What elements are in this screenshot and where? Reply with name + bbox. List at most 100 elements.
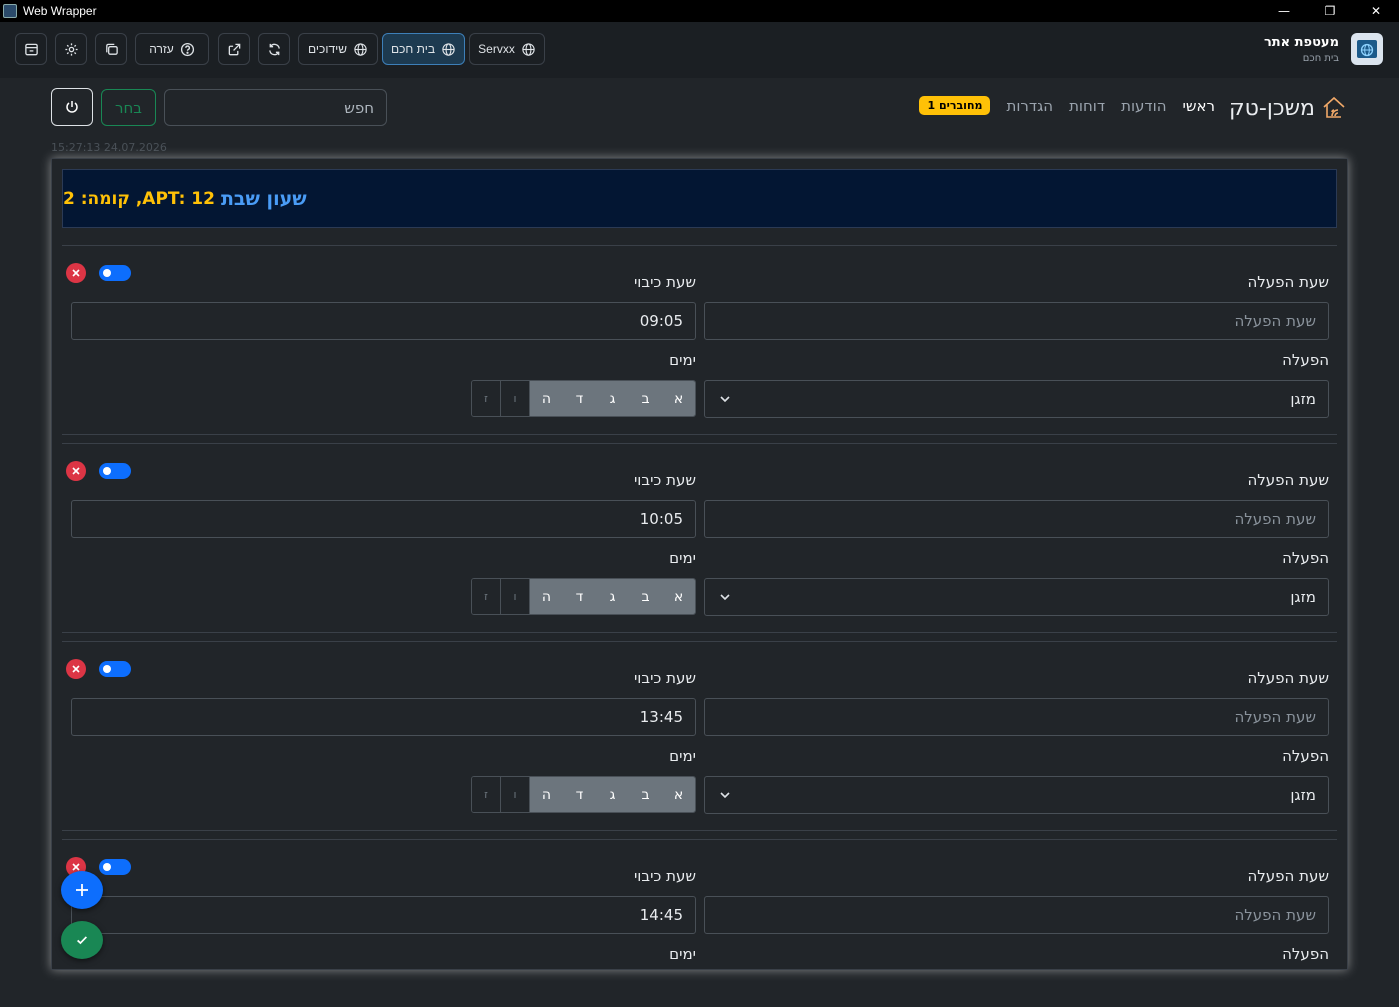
nav-settings[interactable]: הגדרות xyxy=(1006,97,1053,115)
nav-reports[interactable]: דוחות xyxy=(1069,97,1105,115)
day-toggle[interactable]: ב xyxy=(629,777,662,812)
off-time-label: שעת כיבוי xyxy=(633,273,696,291)
off-time-input[interactable]: 14:45 xyxy=(71,896,696,934)
select-button[interactable]: בחר xyxy=(101,89,156,126)
action-select[interactable]: מזגן xyxy=(704,776,1329,814)
day-toggle[interactable]: ג xyxy=(596,579,629,614)
refresh-button[interactable] xyxy=(258,33,290,65)
nav-home[interactable]: ראשי xyxy=(1183,97,1215,115)
site-navbar: משכן-טק ראשי הודעות דוחות הגדרות 1 מחובר… xyxy=(0,78,1399,140)
globe-icon xyxy=(354,42,367,56)
day-toggle[interactable]: ו xyxy=(501,777,530,812)
days-selector: אבגדהוז xyxy=(471,776,696,813)
brand-logo-icon xyxy=(1351,33,1383,65)
day-toggle[interactable]: ז xyxy=(472,381,501,416)
schedule-card: שעת הפעלה שעת כיבוי שעת הפעלה 09:05 הפעל… xyxy=(62,245,1337,435)
external-link-button[interactable] xyxy=(218,33,250,65)
day-toggle[interactable]: א xyxy=(662,381,695,416)
power-icon xyxy=(66,101,78,113)
days-label: ימים xyxy=(669,945,696,963)
home-wifi-icon xyxy=(1323,96,1345,118)
day-toggle[interactable]: ב xyxy=(629,381,662,416)
on-time-input[interactable]: שעת הפעלה xyxy=(704,698,1329,736)
power-button[interactable] xyxy=(51,88,93,126)
day-toggle[interactable]: ד xyxy=(563,381,596,416)
delete-icon[interactable] xyxy=(66,263,86,283)
maximize-button[interactable]: ❐ xyxy=(1307,0,1353,22)
header-prefix: שעון שבת xyxy=(220,187,307,210)
enable-toggle[interactable] xyxy=(99,265,131,281)
day-toggle[interactable]: ה xyxy=(530,777,563,812)
app-icon xyxy=(3,4,17,18)
copy-button[interactable] xyxy=(95,33,127,65)
on-time-label: שעת הפעלה xyxy=(1247,273,1329,291)
days-label: ימים xyxy=(669,747,696,765)
brand-subtitle: בית חכם xyxy=(1302,52,1339,64)
on-time-input[interactable]: שעת הפעלה xyxy=(704,896,1329,934)
days-label: ימים xyxy=(669,351,696,369)
action-label: הפעלה xyxy=(1282,747,1329,765)
action-select[interactable]: מזגן xyxy=(704,380,1329,418)
tab-servxx[interactable]: Servxx xyxy=(469,33,545,65)
globe-icon xyxy=(442,42,455,56)
day-toggle[interactable]: ז xyxy=(472,777,501,812)
days-label: ימים xyxy=(669,549,696,567)
off-time-input[interactable]: 10:05 xyxy=(71,500,696,538)
connected-badge: 1 מחוברים xyxy=(919,96,991,115)
brand-title: מעטפת אתר xyxy=(1263,34,1339,50)
on-time-label: שעת הפעלה xyxy=(1247,669,1329,687)
day-toggle[interactable]: א xyxy=(662,579,695,614)
tab-smart-home[interactable]: בית חכם xyxy=(382,33,465,65)
action-label: הפעלה xyxy=(1282,945,1329,963)
save-button[interactable] xyxy=(61,921,103,959)
on-time-label: שעת הפעלה xyxy=(1247,471,1329,489)
enable-toggle[interactable] xyxy=(99,859,131,875)
day-toggle[interactable]: ו xyxy=(501,579,530,614)
day-toggle[interactable]: ה xyxy=(530,579,563,614)
enable-toggle[interactable] xyxy=(99,463,131,479)
action-select[interactable]: מזגן xyxy=(704,578,1329,616)
tab-label: Servxx xyxy=(478,42,515,56)
on-time-input[interactable]: שעת הפעלה xyxy=(704,302,1329,340)
off-time-label: שעת כיבוי xyxy=(633,471,696,489)
off-time-label: שעת כיבוי xyxy=(633,867,696,885)
globe-icon xyxy=(522,42,535,56)
day-toggle[interactable]: ד xyxy=(563,579,596,614)
question-icon xyxy=(180,42,194,56)
on-time-label: שעת הפעלה xyxy=(1247,867,1329,885)
day-toggle[interactable]: ג xyxy=(596,381,629,416)
day-toggle[interactable]: ב xyxy=(629,579,662,614)
delete-icon[interactable] xyxy=(66,659,86,679)
settings-button[interactable] xyxy=(55,33,87,65)
wrapper-toolbar: עזרה שידוכים בית חכם Servxx מעטפת אתר בי… xyxy=(0,22,1399,78)
day-toggle[interactable]: ג xyxy=(596,777,629,812)
nav-messages[interactable]: הודעות xyxy=(1121,97,1166,115)
day-toggle[interactable]: ד xyxy=(563,777,596,812)
day-toggle[interactable]: א xyxy=(662,777,695,812)
action-value: מזגן xyxy=(1290,588,1316,606)
off-time-input[interactable]: 13:45 xyxy=(71,698,696,736)
off-time-label: שעת כיבוי xyxy=(633,669,696,687)
gear-icon xyxy=(64,42,78,56)
minimize-button[interactable]: — xyxy=(1261,0,1307,22)
day-toggle[interactable]: ה xyxy=(530,381,563,416)
enable-toggle[interactable] xyxy=(99,661,131,677)
plus-icon xyxy=(76,884,88,896)
search-input[interactable] xyxy=(164,89,387,126)
delete-icon[interactable] xyxy=(66,461,86,481)
tab-matches[interactable]: שידוכים xyxy=(298,33,378,65)
window-button[interactable] xyxy=(15,33,47,65)
day-toggle[interactable]: ו xyxy=(501,381,530,416)
close-window-button[interactable]: ✕ xyxy=(1353,0,1399,22)
action-value: מזגן xyxy=(1290,786,1316,804)
on-time-input[interactable]: שעת הפעלה xyxy=(704,500,1329,538)
off-time-input[interactable]: 09:05 xyxy=(71,302,696,340)
external-link-icon xyxy=(228,43,240,55)
wrapper-brand: מעטפת אתר בית חכם xyxy=(1264,33,1383,65)
days-selector: אבגדהוז xyxy=(471,380,696,417)
help-button[interactable]: עזרה xyxy=(135,33,209,65)
add-button[interactable] xyxy=(61,871,103,909)
day-toggle[interactable]: ז xyxy=(472,579,501,614)
timestamp: 15:27:13 24.07.2026 xyxy=(51,141,167,154)
site-logo[interactable]: משכן-טק xyxy=(1229,95,1347,121)
